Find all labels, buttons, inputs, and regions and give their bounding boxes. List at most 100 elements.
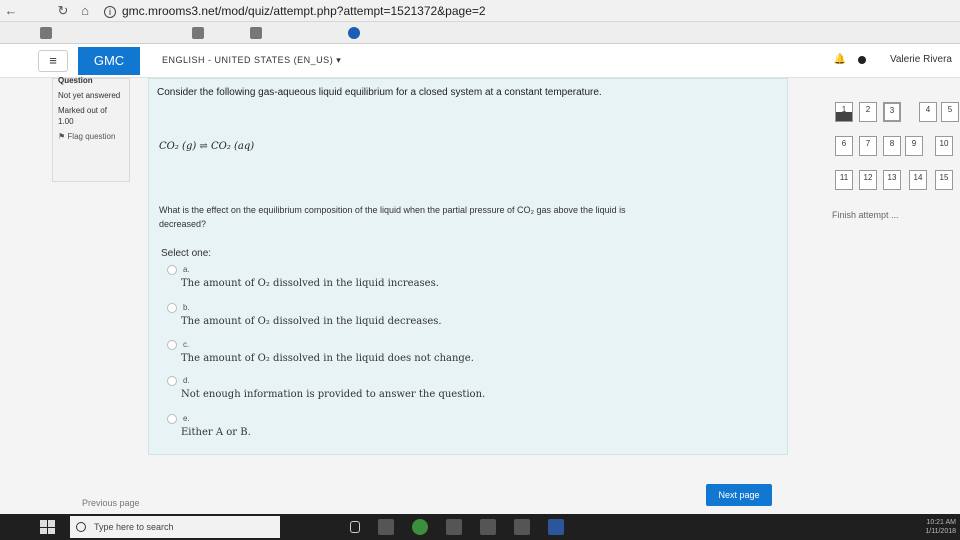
back-icon[interactable]: ← bbox=[0, 3, 22, 18]
quiz-nav-button[interactable]: 2 bbox=[859, 102, 877, 122]
quiz-nav-number: 12 bbox=[863, 173, 873, 182]
flag-icon: ⚑ bbox=[58, 132, 66, 141]
chrome-icon[interactable] bbox=[412, 519, 428, 535]
option-letter: a. bbox=[183, 265, 190, 274]
reload-icon[interactable]: ↻ bbox=[52, 3, 74, 19]
windows-start-icon[interactable] bbox=[40, 520, 56, 534]
radio-button[interactable] bbox=[167, 303, 177, 313]
file-explorer-icon[interactable] bbox=[446, 519, 462, 535]
bookmarks-bar bbox=[0, 22, 960, 44]
quiz-nav-number: 10 bbox=[939, 139, 949, 148]
select-one-label: Select one: bbox=[161, 248, 212, 259]
quiz-nav-number: 3 bbox=[889, 106, 895, 115]
quiz-nav-button[interactable]: 11 bbox=[835, 170, 853, 190]
radio-button[interactable] bbox=[167, 265, 177, 275]
flag-label: Flag question bbox=[67, 132, 116, 141]
search-placeholder: Type here to search bbox=[94, 522, 174, 532]
quiz-nav-button[interactable]: 12 bbox=[859, 170, 877, 190]
star-icon bbox=[348, 26, 360, 39]
brand-logo[interactable]: GMC bbox=[78, 46, 140, 75]
quiz-nav-button[interactable]: 9 bbox=[905, 136, 923, 156]
quiz-nav-button[interactable]: 14 bbox=[909, 170, 927, 190]
bookmark-icon bbox=[192, 26, 204, 39]
word-icon[interactable] bbox=[548, 519, 564, 535]
quiz-nav-number: 4 bbox=[925, 105, 931, 114]
quiz-nav-button[interactable]: 1 bbox=[835, 102, 853, 122]
message-icon[interactable] bbox=[857, 55, 866, 64]
taskbar-apps bbox=[378, 519, 564, 535]
bookmark-item[interactable] bbox=[192, 26, 204, 39]
notification-icon[interactable]: 🔔 bbox=[833, 54, 845, 65]
question-prompt: What is the effect on the equilibrium co… bbox=[159, 205, 626, 229]
menu-button[interactable]: ≡ bbox=[38, 49, 68, 72]
quiz-nav-number: 15 bbox=[939, 173, 949, 182]
option-text[interactable]: The amount of O₂ dissolved in the liquid… bbox=[181, 353, 474, 364]
home-icon[interactable]: ⌂ bbox=[74, 3, 96, 18]
cortana-icon bbox=[76, 522, 86, 532]
quiz-nav-number: 6 bbox=[841, 139, 847, 148]
store-icon[interactable] bbox=[480, 519, 496, 535]
bookmark-icon bbox=[40, 26, 52, 39]
radio-button[interactable] bbox=[167, 340, 177, 350]
quiz-nav-number: 2 bbox=[865, 105, 871, 114]
clock-date: 1/11/2018 bbox=[925, 528, 956, 535]
url-text: gmc.mrooms3.net/mod/quiz/attempt.php?att… bbox=[122, 3, 486, 18]
caret-down-icon: ▾ bbox=[336, 55, 342, 65]
question-content: Consider the following gas-aqueous liqui… bbox=[148, 78, 788, 253]
site-navbar: ≡ GMC ENGLISH ‎- UNITED STATES ‎(EN_US)‎… bbox=[0, 44, 960, 78]
option-letter: b. bbox=[183, 303, 190, 312]
bookmark-item[interactable] bbox=[250, 26, 262, 39]
microphone-icon[interactable] bbox=[350, 521, 360, 533]
next-page-button[interactable]: Next page bbox=[706, 484, 772, 506]
mail-icon[interactable] bbox=[514, 519, 530, 535]
quiz-nav-number: 13 bbox=[887, 173, 897, 182]
quiz-nav-button[interactable]: 13 bbox=[883, 170, 901, 190]
taskbar: Type here to search 10:21 AM 1/11/2018 bbox=[0, 514, 960, 540]
question-info: Question Not yet answered Marked out of … bbox=[52, 76, 130, 182]
quiz-nav-number: 11 bbox=[839, 173, 849, 182]
quiz-nav-button[interactable]: 10 bbox=[935, 136, 953, 156]
quiz-nav-button[interactable]: 15 bbox=[935, 170, 953, 190]
option-text[interactable]: Either A or B. bbox=[181, 427, 251, 438]
system-tray: 10:21 AM 1/11/2018 bbox=[925, 518, 956, 536]
option-letter: d. bbox=[183, 376, 190, 385]
option-letter: c. bbox=[183, 340, 190, 349]
quiz-nav-button[interactable]: 7 bbox=[859, 136, 877, 156]
quiz-nav-number: 9 bbox=[911, 139, 917, 148]
question-mark: Marked out of 1.00 bbox=[58, 106, 107, 126]
answer-block: Select one: a. The amount of O₂ dissolve… bbox=[148, 243, 788, 455]
previous-page-button[interactable]: Previous page bbox=[82, 498, 140, 508]
bookmark-item[interactable] bbox=[40, 26, 52, 39]
taskbar-search[interactable]: Type here to search bbox=[70, 516, 280, 538]
quiz-nav-number: 8 bbox=[889, 139, 895, 148]
quiz-nav-button[interactable]: 4 bbox=[919, 102, 937, 122]
quiz-nav-button[interactable]: 3 bbox=[883, 102, 901, 122]
user-name[interactable]: Valerie Rivera bbox=[890, 54, 952, 65]
flag-question[interactable]: ⚑ Flag question bbox=[58, 131, 124, 142]
radio-button[interactable] bbox=[167, 414, 177, 424]
language-label: ENGLISH ‎- UNITED STATES ‎(EN_US)‎ bbox=[162, 55, 334, 65]
task-view-icon[interactable] bbox=[378, 519, 394, 535]
browser-address-bar: ← ↻ ⌂ i gmc.mrooms3.net/mod/quiz/attempt.… bbox=[0, 0, 960, 22]
quiz-nav-number: 5 bbox=[947, 105, 953, 114]
option-letter: e. bbox=[183, 414, 190, 423]
equation: CO₂ (g) ⇌ CO₂ (aq) bbox=[159, 141, 255, 152]
option-text[interactable]: The amount of O₂ dissolved in the liquid… bbox=[181, 316, 442, 327]
question-text: Consider the following gas-aqueous liqui… bbox=[157, 87, 602, 98]
language-selector[interactable]: ENGLISH ‎- UNITED STATES ‎(EN_US)‎ ▾ bbox=[162, 55, 341, 66]
option-text[interactable]: Not enough information is provided to an… bbox=[181, 389, 485, 400]
clock-time: 10:21 AM bbox=[926, 519, 956, 526]
bookmark-icon bbox=[250, 26, 262, 39]
url-field[interactable]: i gmc.mrooms3.net/mod/quiz/attempt.php?at… bbox=[104, 4, 486, 18]
finish-attempt-link[interactable]: Finish attempt ... bbox=[832, 210, 899, 220]
quiz-nav-button[interactable]: 8 bbox=[883, 136, 901, 156]
radio-button[interactable] bbox=[167, 376, 177, 386]
bookmark-item[interactable] bbox=[348, 26, 360, 39]
quiz-nav-number: 14 bbox=[913, 173, 923, 182]
question-state: Not yet answered bbox=[58, 91, 121, 100]
quiz-nav-button[interactable]: 5 bbox=[941, 102, 959, 122]
quiz-nav-number: 7 bbox=[865, 139, 871, 148]
quiz-nav-button[interactable]: 6 bbox=[835, 136, 853, 156]
question-heading: Question bbox=[58, 76, 93, 85]
option-text[interactable]: The amount of O₂ dissolved in the liquid… bbox=[181, 278, 439, 289]
